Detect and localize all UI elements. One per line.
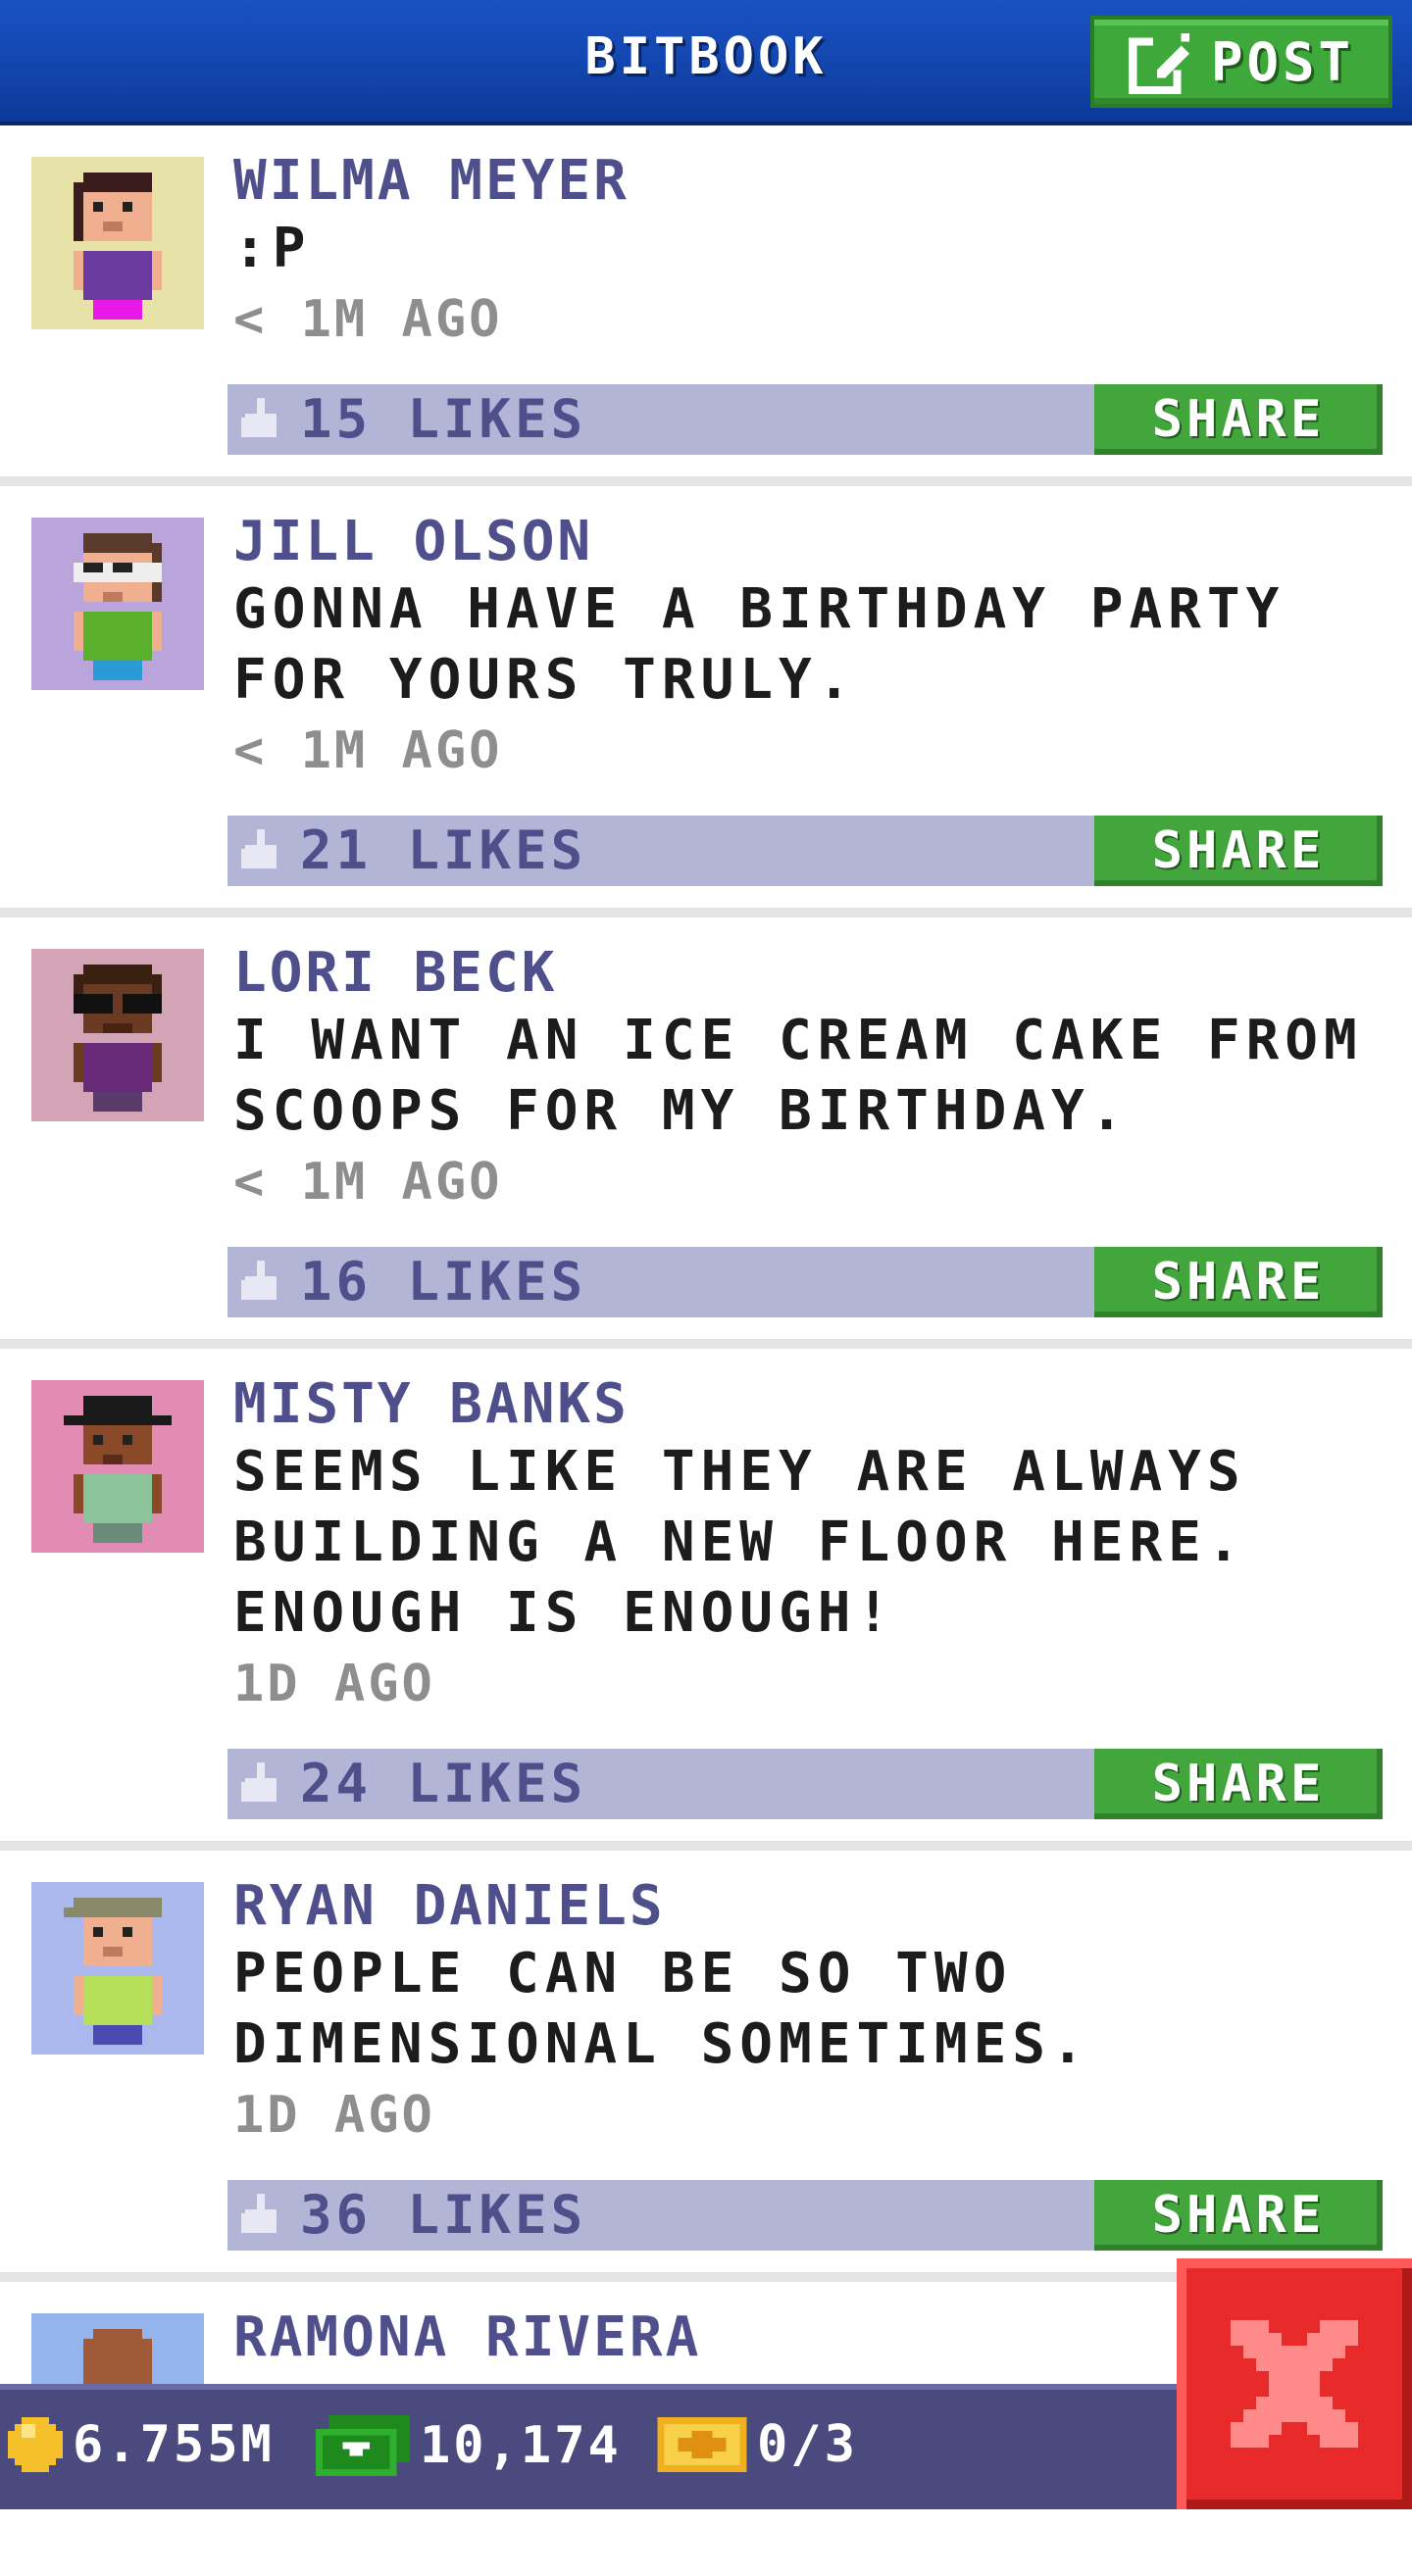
post-message: SEEMS LIKE THEY ARE ALWAYS BUILDING A NE… <box>233 1440 1246 1645</box>
post-button[interactable]: POST <box>1090 16 1392 108</box>
bux-stat: 10,174 <box>316 2415 622 2476</box>
avatar-figure <box>74 965 162 1112</box>
avatar-figure <box>64 1898 162 2045</box>
share-button[interactable]: SHARE <box>1094 816 1383 886</box>
share-button[interactable]: SHARE <box>1094 384 1383 455</box>
share-button[interactable]: SHARE <box>1094 1749 1383 1819</box>
bux-icon <box>316 2415 410 2476</box>
like-bar[interactable]: 36 LIKES SHARE <box>227 2180 1383 2251</box>
like-bar[interactable]: 24 LIKES SHARE <box>227 1749 1383 1819</box>
edit-icon <box>1128 33 1189 94</box>
post-time: < 1M AGO <box>233 290 503 349</box>
top-bar: BITBOOK POST <box>0 0 1412 125</box>
post-message: :P <box>233 217 312 280</box>
coins-stat: 6.755M <box>8 2415 275 2474</box>
likes-count: 36 LIKES <box>300 2184 587 2246</box>
likes-count: 16 LIKES <box>300 1251 587 1313</box>
thumbs-up-icon <box>241 2194 277 2233</box>
feed-post: RYAN DANIELS PEOPLE CAN BE SO TWO DIMENS… <box>0 1851 1412 2282</box>
like-bar[interactable]: 21 LIKES SHARE <box>227 816 1383 886</box>
avatar-figure <box>64 1396 172 1543</box>
avatar[interactable] <box>31 157 204 329</box>
post-message: GONNA HAVE A BIRTHDAY PARTY FOR YOURS TR… <box>233 577 1286 712</box>
feed-post: LORI BECK I WANT AN ICE CREAM CAKE FROM … <box>0 917 1412 1349</box>
feed-post: JILL OLSON GONNA HAVE A BIRTHDAY PARTY F… <box>0 486 1412 917</box>
like-bar[interactable]: 15 LIKES SHARE <box>227 384 1383 455</box>
thumbs-up-icon <box>241 1261 277 1300</box>
post-time: < 1M AGO <box>233 721 503 780</box>
like-bar[interactable]: 16 LIKES SHARE <box>227 1247 1383 1317</box>
post-time: 1D AGO <box>233 1655 435 1713</box>
likes-count: 24 LIKES <box>300 1753 587 1814</box>
post-time: < 1M AGO <box>233 1153 503 1212</box>
tickets-value: 0/3 <box>757 2415 858 2474</box>
post-author[interactable]: LORI BECK <box>233 941 1379 1006</box>
avatar[interactable] <box>31 518 204 690</box>
likes-count: 21 LIKES <box>300 819 587 881</box>
post-author[interactable]: MISTY BANKS <box>233 1372 1379 1437</box>
feed-post: MISTY BANKS SEEMS LIKE THEY ARE ALWAYS B… <box>0 1349 1412 1851</box>
thumbs-up-icon <box>241 829 277 868</box>
coin-icon <box>8 2417 63 2472</box>
avatar-figure <box>74 173 162 320</box>
avatar[interactable] <box>31 1380 204 1553</box>
likes-count: 15 LIKES <box>300 388 587 450</box>
avatar[interactable] <box>31 1882 204 2055</box>
post-author[interactable]: JILL OLSON <box>233 510 1379 574</box>
thumbs-up-icon <box>241 398 277 437</box>
share-button[interactable]: SHARE <box>1094 1247 1383 1317</box>
avatar[interactable] <box>31 949 204 1121</box>
coins-value: 6.755M <box>73 2415 275 2474</box>
feed-post: WILMA MEYER :P < 1M AGO 15 LIKES SHARE <box>0 125 1412 486</box>
tickets-stat: 0/3 <box>657 2415 858 2474</box>
bux-value: 10,174 <box>420 2416 622 2475</box>
feed-list: WILMA MEYER :P < 1M AGO 15 LIKES SHARE J… <box>0 125 1412 2576</box>
post-button-label: POST <box>1210 30 1355 93</box>
close-icon <box>1231 2320 1358 2448</box>
post-message: PEOPLE CAN BE SO TWO DIMENSIONAL SOMETIM… <box>233 1942 1090 2076</box>
avatar-figure <box>74 533 162 680</box>
ticket-icon <box>657 2417 747 2472</box>
thumbs-up-icon <box>241 1762 277 1802</box>
post-message: I WANT AN ICE CREAM CAKE FROM SCOOPS FOR… <box>233 1009 1363 1143</box>
post-author[interactable]: WILMA MEYER <box>233 149 1379 214</box>
post-author[interactable]: RYAN DANIELS <box>233 1874 1379 1939</box>
share-button[interactable]: SHARE <box>1094 2180 1383 2251</box>
post-time: 1D AGO <box>233 2086 435 2145</box>
close-button[interactable] <box>1177 2258 1412 2509</box>
